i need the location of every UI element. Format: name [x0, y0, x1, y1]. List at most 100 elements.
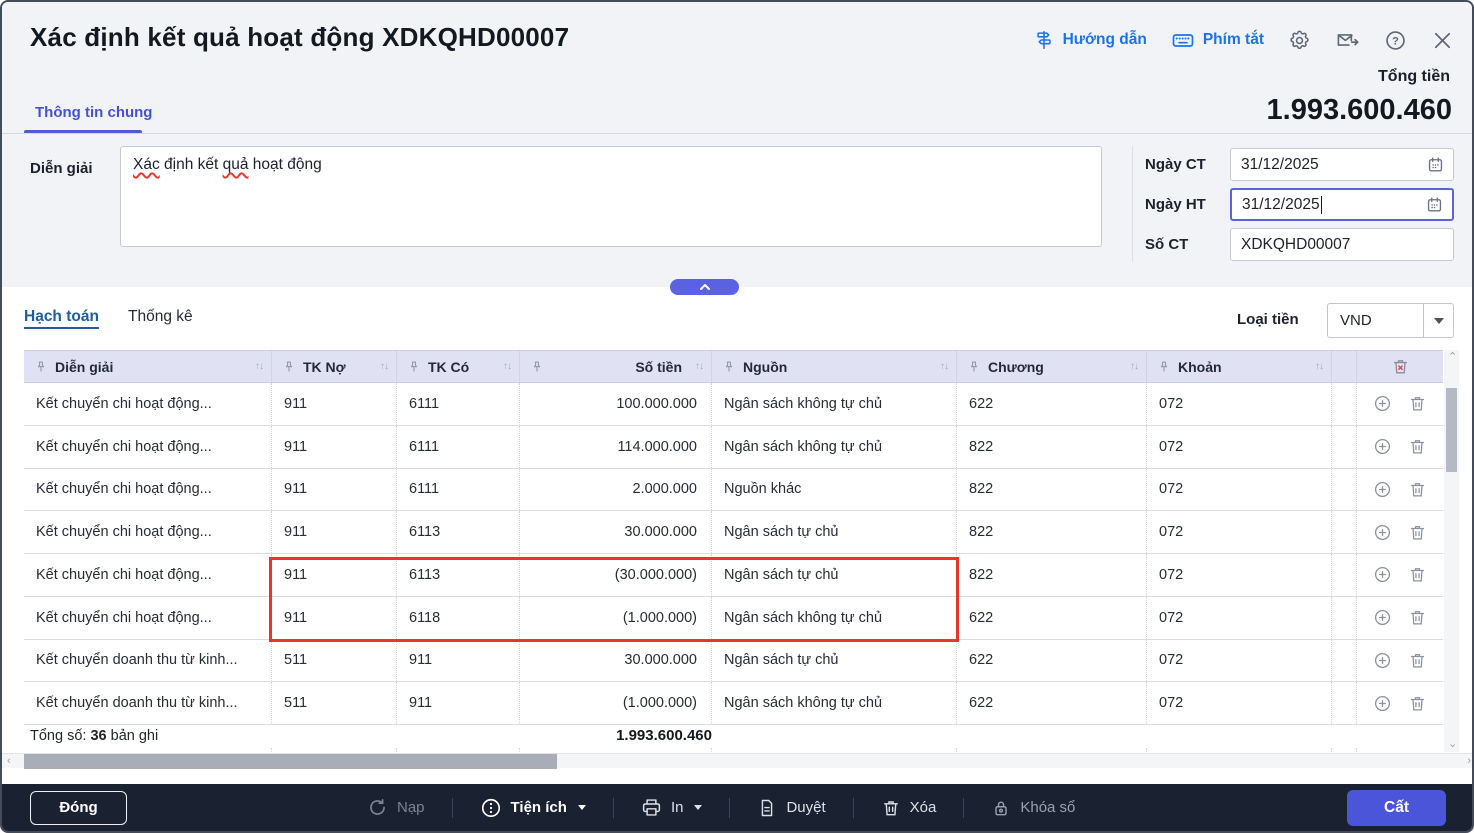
vertical-scrollbar[interactable]: ⌃ ⌄: [1444, 350, 1459, 752]
delete-row-icon[interactable]: [1408, 565, 1427, 584]
tab-accounting[interactable]: Hạch toán: [24, 308, 99, 326]
close-button[interactable]: [1431, 29, 1454, 52]
add-row-icon[interactable]: [1373, 394, 1392, 413]
cell-spacer: [1332, 640, 1357, 682]
pin-icon[interactable]: [34, 360, 48, 374]
feedback-button[interactable]: [1335, 29, 1360, 52]
add-row-icon[interactable]: [1373, 523, 1392, 542]
sort-icon[interactable]: ↑↓: [940, 361, 948, 372]
pin-icon[interactable]: [282, 360, 296, 374]
print-button[interactable]: In: [641, 797, 703, 818]
tab-general-info[interactable]: Thông tin chung: [35, 104, 152, 121]
trash-icon: [881, 798, 901, 818]
approve-button[interactable]: Duyệt: [757, 798, 825, 818]
sort-icon[interactable]: ↑↓: [255, 361, 263, 372]
toolbar-separator: [452, 798, 453, 818]
sort-icon[interactable]: ↑↓: [503, 361, 511, 372]
add-row-icon[interactable]: [1373, 437, 1392, 456]
utilities-icon: [480, 797, 502, 819]
description-textarea[interactable]: Xác định kết quả hoạt động: [120, 146, 1102, 247]
table-row[interactable]: Kết chuyển chi hoạt động... 911 6111 2.0…: [24, 469, 1443, 512]
delete-all-button[interactable]: [1357, 351, 1443, 382]
toolbar-separator: [729, 798, 730, 818]
close-form-button[interactable]: Đóng: [30, 791, 127, 825]
pin-icon[interactable]: [407, 360, 421, 374]
table-row[interactable]: Kết chuyển doanh thu từ kinh... 511 911 …: [24, 640, 1443, 683]
help-button[interactable]: ?: [1384, 29, 1407, 52]
pin-icon[interactable]: [530, 360, 544, 374]
table-row[interactable]: Kết chuyển chi hoạt động... 911 6113 (30…: [24, 554, 1443, 597]
delete-row-icon[interactable]: [1408, 608, 1427, 627]
add-row-icon[interactable]: [1373, 694, 1392, 713]
lock-period-button[interactable]: Khóa sổ: [991, 798, 1075, 818]
posting-date-value: 31/12/2025: [1242, 196, 1320, 214]
scroll-down-icon[interactable]: ⌄: [1448, 739, 1457, 750]
col-header-desc[interactable]: Diễn giải↑↓: [24, 351, 272, 382]
doc-date-input[interactable]: 31/12/2025: [1230, 148, 1454, 181]
sort-icon[interactable]: ↑↓: [695, 361, 703, 372]
horizontal-scrollbar[interactable]: ‹ ›: [2, 753, 1474, 768]
tab-statistics[interactable]: Thống kê: [128, 308, 193, 326]
scroll-right-icon[interactable]: ›: [1467, 756, 1471, 767]
dropdown-arrow[interactable]: [1423, 304, 1453, 337]
collapse-header-button[interactable]: [670, 279, 739, 295]
delete-row-icon[interactable]: [1408, 394, 1427, 413]
utilities-button[interactable]: Tiện ích: [480, 797, 586, 819]
reload-button[interactable]: Nạp: [367, 797, 425, 818]
toolbar-separator: [963, 798, 964, 818]
cell-source: Ngân sách không tự chủ: [712, 682, 957, 724]
delete-row-icon[interactable]: [1408, 694, 1427, 713]
table-row[interactable]: Kết chuyển chi hoạt động... 911 6118 (1.…: [24, 597, 1443, 640]
cell-source: Ngân sách không tự chủ: [712, 383, 957, 425]
col-header-credit[interactable]: TK Có↑↓: [397, 351, 520, 382]
table-row[interactable]: Kết chuyển chi hoạt động... 911 6111 100…: [24, 383, 1443, 426]
col-header-amount[interactable]: Số tiền↑↓: [520, 351, 712, 382]
delete-row-icon[interactable]: [1408, 437, 1427, 456]
cell-source: Ngân sách không tự chủ: [712, 597, 957, 639]
horizontal-scrollbar-thumb[interactable]: [24, 754, 557, 769]
add-row-icon[interactable]: [1373, 651, 1392, 670]
delete-row-icon[interactable]: [1408, 651, 1427, 670]
description-text: Xác định kết quả hoạt động: [133, 156, 322, 173]
add-row-icon[interactable]: [1373, 480, 1392, 499]
delete-row-icon[interactable]: [1408, 523, 1427, 542]
pin-icon[interactable]: [1157, 360, 1171, 374]
add-row-icon[interactable]: [1373, 565, 1392, 584]
sort-icon[interactable]: ↑↓: [380, 361, 388, 372]
save-button[interactable]: Cất: [1347, 790, 1446, 826]
pin-icon[interactable]: [722, 360, 736, 374]
vertical-scrollbar-thumb[interactable]: [1446, 388, 1457, 472]
shortcuts-link[interactable]: Phím tắt: [1171, 28, 1264, 52]
col-header-item[interactable]: Khoản↑↓: [1147, 351, 1332, 382]
calendar-icon[interactable]: [1425, 195, 1444, 214]
table-row[interactable]: Kết chuyển chi hoạt động... 911 6111 114…: [24, 426, 1443, 469]
delete-button[interactable]: Xóa: [881, 798, 937, 818]
scroll-left-icon[interactable]: ‹: [7, 756, 11, 767]
guide-link[interactable]: Hướng dẫn: [1033, 29, 1147, 51]
page-title: Xác định kết quả hoạt động XDKQHD00007: [30, 22, 569, 53]
doc-number-input[interactable]: XDKQHD00007: [1230, 228, 1454, 261]
posting-date-input[interactable]: 31/12/2025: [1230, 188, 1454, 221]
currency-select[interactable]: VND: [1327, 303, 1454, 338]
chevron-down-icon: [1434, 318, 1444, 324]
col-header-source[interactable]: Nguồn↑↓: [712, 351, 957, 382]
cell-spacer: [1332, 383, 1357, 425]
cell-chapter: 622: [957, 682, 1147, 724]
settings-button[interactable]: [1288, 29, 1311, 52]
cell-credit: 6111: [397, 426, 520, 468]
cell-chapter: 822: [957, 426, 1147, 468]
col-header-chapter[interactable]: Chương↑↓: [957, 351, 1147, 382]
scroll-up-icon[interactable]: ⌃: [1448, 352, 1457, 363]
col-header-debit[interactable]: TK Nợ↑↓: [272, 351, 397, 382]
cell-item: 072: [1147, 682, 1332, 724]
add-row-icon[interactable]: [1373, 608, 1392, 627]
lock-icon: [991, 798, 1011, 818]
sort-icon[interactable]: ↑↓: [1315, 361, 1323, 372]
table-row[interactable]: Kết chuyển doanh thu từ kinh... 511 911 …: [24, 682, 1443, 725]
calendar-icon[interactable]: [1426, 155, 1445, 174]
sort-icon[interactable]: ↑↓: [1130, 361, 1138, 372]
table-row[interactable]: Kết chuyển chi hoạt động... 911 6113 30.…: [24, 511, 1443, 554]
cell-actions: [1357, 640, 1443, 682]
delete-row-icon[interactable]: [1408, 480, 1427, 499]
pin-icon[interactable]: [967, 360, 981, 374]
